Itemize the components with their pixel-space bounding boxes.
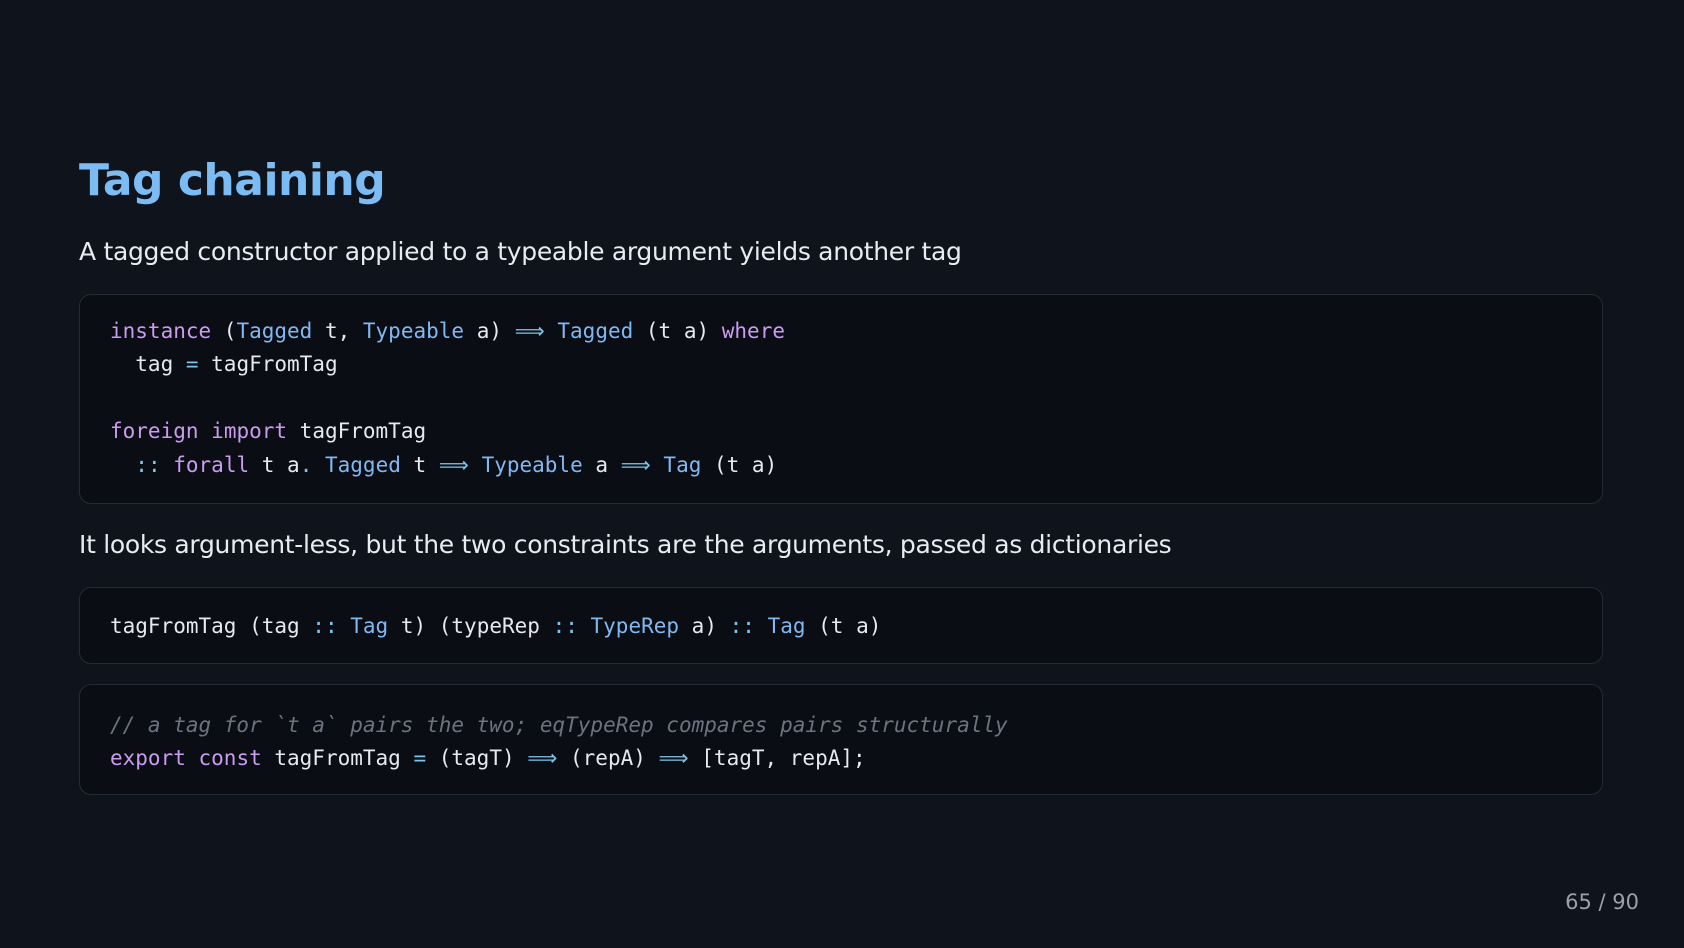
code-token-id [110, 453, 135, 477]
explanation-paragraph: It looks argument-less, but the two cons… [79, 530, 1172, 559]
code-token-ty: Tag [663, 452, 702, 477]
code-token-id: (t a) [805, 614, 882, 638]
code-token-op: :: [552, 614, 578, 638]
code-token-id: ( [211, 319, 237, 343]
code-token-id [651, 453, 664, 477]
code-token-ty: Tag [767, 614, 806, 638]
code-token-op: ⟹ [438, 452, 469, 477]
code-token-id: [tagT, repA]; [688, 746, 866, 771]
code-token-id [755, 614, 768, 638]
code-block-javascript: // a tag for `t a` pairs the two; eqType… [79, 684, 1603, 795]
code-line: export const tagFromTag = (tagT) ⟹ (repA… [110, 742, 1602, 775]
page-indicator: 65 / 90 [1565, 890, 1639, 914]
code-line: tag = tagFromTag [110, 348, 1602, 381]
code-token-id: t a [249, 452, 300, 477]
code-token-op: = [185, 352, 199, 377]
code-token-id: a [582, 452, 621, 477]
code-token-id [161, 453, 174, 477]
code-token-id [578, 614, 591, 638]
code-token-id: tagFromTag [198, 352, 338, 377]
code-token-id: (repA) [557, 746, 659, 771]
code-token-id: t) (typeRep [388, 614, 553, 638]
code-token-id: tag [110, 352, 186, 377]
code-token-kw: forall [173, 452, 250, 477]
code-token-id [545, 319, 558, 343]
code-token-op: ⟹ [658, 746, 689, 771]
code-token-ty: Typeable [481, 452, 583, 477]
code-line: instance (Tagged t, Typeable a) ⟹ Tagged… [110, 315, 1602, 348]
code-token-kw: import [211, 419, 288, 444]
code-token-ty: Tagged [557, 319, 634, 343]
code-token-id: tagFromTag [287, 419, 427, 444]
code-token-op: = [413, 746, 427, 771]
code-token-op: ⟹ [620, 452, 651, 477]
code-token-ty: Tagged [325, 452, 401, 477]
code-token-id: t [400, 452, 439, 477]
code-token-ty: Tagged [236, 319, 313, 343]
slide-title: Tag chaining [79, 155, 386, 206]
code-token-cm: // a tag for `t a` pairs the two; eqType… [110, 713, 1008, 737]
intro-paragraph: A tagged constructor applied to a typeab… [79, 237, 962, 266]
code-token-ty: TypeRep [590, 614, 680, 638]
code-token-id: (t a) [701, 452, 778, 477]
code-token-id [199, 419, 212, 443]
code-token-id: (t a) [633, 319, 722, 343]
code-line: // a tag for `t a` pairs the two; eqType… [110, 709, 1602, 742]
code-token-kw: where [721, 319, 785, 343]
code-token-kw: export [110, 746, 186, 771]
code-token-ty: Typeable [362, 319, 465, 343]
code-line: :: forall t a. Tagged t ⟹ Typeable a ⟹ T… [110, 449, 1602, 482]
code-token-id: (tagT) [426, 746, 528, 771]
code-line: foreign import tagFromTag [110, 415, 1602, 448]
code-token-id [338, 614, 351, 638]
code-token-id: tagFromTag (tag [110, 614, 313, 638]
code-token-id: t, [312, 319, 363, 343]
code-token-op: :: [312, 614, 338, 638]
slide: Tag chaining A tagged constructor applie… [79, 0, 1605, 948]
code-line: tagFromTag (tag :: Tag t) (typeRep :: Ty… [110, 610, 1602, 643]
code-token-id [312, 453, 325, 477]
code-token-op: :: [135, 452, 161, 477]
code-token-kw: instance [110, 319, 212, 343]
code-token-id [186, 746, 199, 770]
code-token-id: a) [679, 614, 730, 638]
code-token-id: a) [464, 319, 515, 343]
code-token-id: tagFromTag [261, 746, 414, 771]
code-block-signature: tagFromTag (tag :: Tag t) (typeRep :: Ty… [79, 587, 1603, 664]
code-token-kw: const [198, 746, 262, 771]
code-token-op: ⟹ [527, 746, 558, 771]
code-token-ty: Tag [350, 614, 389, 638]
code-token-op: . [299, 452, 313, 477]
code-block-instance: instance (Tagged t, Typeable a) ⟹ Tagged… [79, 294, 1603, 504]
code-token-id [469, 453, 482, 477]
code-token-kw: foreign [110, 419, 199, 444]
code-token-op: :: [729, 614, 755, 638]
code-token-op: ⟹ [514, 319, 545, 343]
